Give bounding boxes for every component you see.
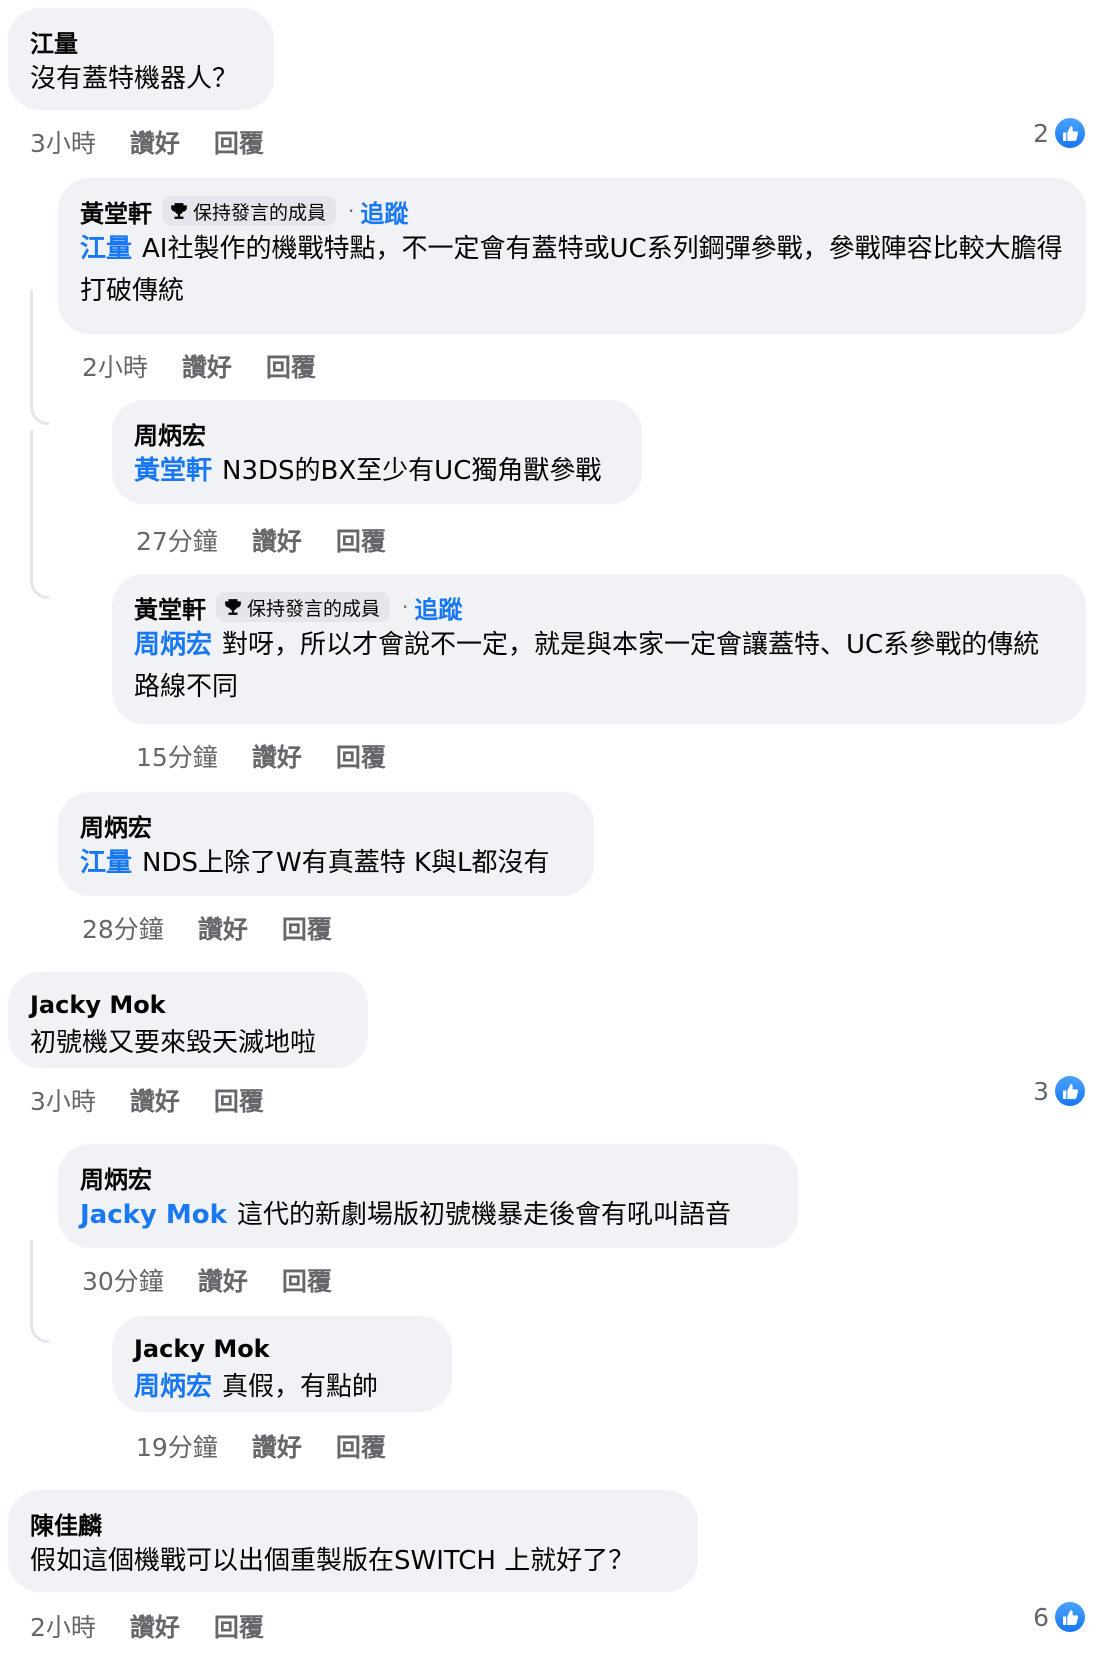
mention-tag[interactable]: Jacky Mok bbox=[80, 1200, 227, 1230]
comment-author[interactable]: 江量 bbox=[30, 24, 78, 59]
comment-meta: 30分鐘 讚好 回覆 bbox=[82, 1262, 332, 1298]
comment-text: 沒有蓋特機器人？ bbox=[30, 64, 239, 94]
like-button[interactable]: 讚好 bbox=[252, 738, 302, 774]
comment-meta: 19分鐘 讚好 回覆 bbox=[136, 1428, 386, 1464]
like-button[interactable]: 讚好 bbox=[198, 910, 248, 946]
comment-body: AI社製作的機戰特點，不一定會有蓋特或UC系列鋼彈參戰，參戰陣容比較大膽得打破傳… bbox=[80, 234, 1063, 306]
comment-meta: 3小時 讚好 回覆 bbox=[30, 1082, 264, 1118]
comment-body: 真假，有點帥 bbox=[222, 1372, 379, 1402]
reply-button[interactable]: 回覆 bbox=[266, 348, 316, 384]
comment-meta: 15分鐘 讚好 回覆 bbox=[136, 738, 386, 774]
follow-button[interactable]: 追蹤 bbox=[414, 590, 462, 625]
comment-time[interactable]: 2小時 bbox=[82, 348, 148, 384]
reaction-number: 6 bbox=[1033, 1602, 1049, 1632]
reply-button[interactable]: 回覆 bbox=[214, 1082, 264, 1118]
reaction-count[interactable]: 6 bbox=[1033, 1602, 1085, 1632]
comment-meta: 2小時 讚好 回覆 bbox=[30, 1608, 264, 1644]
reaction-count[interactable]: 2 bbox=[1033, 118, 1085, 148]
comment-text: 初號機又要來毀天滅地啦 bbox=[30, 1028, 317, 1058]
reply-bubble: 周炳宏 Jacky Mok 這代的新劇場版初號機暴走後會有吼叫語音 bbox=[58, 1144, 798, 1248]
comment-text: 周炳宏 真假，有點帥 bbox=[134, 1366, 430, 1408]
like-button[interactable]: 讚好 bbox=[130, 124, 180, 160]
reply-bubble: Jacky Mok 周炳宏 真假，有點帥 bbox=[112, 1316, 452, 1412]
comment-time[interactable]: 28分鐘 bbox=[82, 910, 164, 946]
thumbs-up-icon bbox=[1055, 118, 1085, 148]
dot-separator: · bbox=[402, 595, 409, 619]
comment-bubble: Jacky Mok 初號機又要來毀天滅地啦 bbox=[8, 972, 368, 1068]
member-badge: 保持發言的成員 bbox=[162, 196, 337, 226]
comment-body: 對呀，所以才會說不一定，就是與本家一定會讓蓋特、UC系參戰的傳統路線不同 bbox=[134, 630, 1040, 702]
thumbs-up-icon bbox=[1055, 1602, 1085, 1632]
mention-tag[interactable]: 周炳宏 bbox=[134, 1372, 212, 1402]
reply-bubble: 黃堂軒 保持發言的成員 · 追蹤 周炳宏 對呀，所以才會說不一定，就是與本家一定會… bbox=[112, 574, 1086, 724]
reaction-number: 2 bbox=[1033, 118, 1049, 148]
mention-tag[interactable]: 江量 bbox=[80, 848, 132, 878]
reaction-number: 3 bbox=[1033, 1076, 1049, 1106]
comment-meta: 27分鐘 讚好 回覆 bbox=[136, 522, 386, 558]
like-button[interactable]: 讚好 bbox=[130, 1608, 180, 1644]
thread-line bbox=[30, 430, 49, 599]
comment-time[interactable]: 15分鐘 bbox=[136, 738, 218, 774]
comment-author[interactable]: 陳佳麟 bbox=[30, 1506, 102, 1541]
comment-author[interactable]: 周炳宏 bbox=[80, 1160, 152, 1195]
mention-tag[interactable]: 黃堂軒 bbox=[134, 456, 212, 486]
comment-time[interactable]: 3小時 bbox=[30, 124, 96, 160]
comment-text: Jacky Mok 這代的新劇場版初號機暴走後會有吼叫語音 bbox=[80, 1194, 776, 1236]
like-button[interactable]: 讚好 bbox=[182, 348, 232, 384]
comment-text: 江量 NDS上除了W有真蓋特 K與L都沒有 bbox=[80, 842, 572, 884]
comment-time[interactable]: 2小時 bbox=[30, 1608, 96, 1644]
mention-tag[interactable]: 江量 bbox=[80, 234, 132, 264]
reply-bubble: 黃堂軒 保持發言的成員 · 追蹤 江量 AI社製作的機戰特點，不一定會有蓋特或UC… bbox=[58, 178, 1086, 334]
comment-body: 這代的新劇場版初號機暴走後會有吼叫語音 bbox=[236, 1200, 731, 1230]
reply-button[interactable]: 回覆 bbox=[336, 1428, 386, 1464]
badge-label: 保持發言的成員 bbox=[247, 597, 381, 620]
member-badge: 保持發言的成員 bbox=[216, 592, 391, 622]
comment-author[interactable]: Jacky Mok bbox=[30, 991, 166, 1019]
comment-bubble: 陳佳麟 假如這個機戰可以出個重製版在SWITCH 上就好了？ bbox=[8, 1490, 698, 1592]
comment-body: N3DS的BX至少有UC獨角獸參戰 bbox=[222, 456, 602, 486]
comment-time[interactable]: 19分鐘 bbox=[136, 1428, 218, 1464]
reply-button[interactable]: 回覆 bbox=[282, 910, 332, 946]
comment-author[interactable]: 周炳宏 bbox=[80, 808, 152, 843]
comment-text: 黃堂軒 N3DS的BX至少有UC獨角獸參戰 bbox=[134, 450, 620, 492]
comment-author[interactable]: 周炳宏 bbox=[134, 416, 206, 451]
comment-author[interactable]: Jacky Mok bbox=[134, 1335, 270, 1363]
reply-bubble: 周炳宏 黃堂軒 N3DS的BX至少有UC獨角獸參戰 bbox=[112, 400, 642, 504]
comment-time[interactable]: 3小時 bbox=[30, 1082, 96, 1118]
comment-text: 江量 AI社製作的機戰特點，不一定會有蓋特或UC系列鋼彈參戰，參戰陣容比較大膽得打… bbox=[80, 228, 1064, 312]
reply-button[interactable]: 回覆 bbox=[282, 1262, 332, 1298]
comment-bubble: 江量 沒有蓋特機器人？ bbox=[8, 8, 274, 110]
comment-meta: 2小時 讚好 回覆 bbox=[82, 348, 316, 384]
thread-line bbox=[30, 1240, 49, 1343]
like-button[interactable]: 讚好 bbox=[198, 1262, 248, 1298]
trophy-icon bbox=[171, 203, 187, 219]
trophy-icon bbox=[225, 599, 241, 615]
thread-line bbox=[30, 290, 49, 425]
comment-text: 周炳宏 對呀，所以才會說不一定，就是與本家一定會讓蓋特、UC系參戰的傳統路線不同 bbox=[134, 624, 1064, 708]
comment-meta: 3小時 讚好 回覆 bbox=[30, 124, 264, 160]
mention-tag[interactable]: 周炳宏 bbox=[134, 630, 212, 660]
dot-separator: · bbox=[348, 199, 355, 223]
reply-button[interactable]: 回覆 bbox=[336, 522, 386, 558]
comment-time[interactable]: 27分鐘 bbox=[136, 522, 218, 558]
reply-button[interactable]: 回覆 bbox=[214, 124, 264, 160]
comment-meta: 28分鐘 讚好 回覆 bbox=[82, 910, 332, 946]
comment-body: NDS上除了W有真蓋特 K與L都沒有 bbox=[142, 848, 550, 878]
like-button[interactable]: 讚好 bbox=[130, 1082, 180, 1118]
badge-label: 保持發言的成員 bbox=[193, 201, 327, 224]
comment-author[interactable]: 黃堂軒 bbox=[80, 194, 152, 229]
like-button[interactable]: 讚好 bbox=[252, 1428, 302, 1464]
like-button[interactable]: 讚好 bbox=[252, 522, 302, 558]
reply-bubble: 周炳宏 江量 NDS上除了W有真蓋特 K與L都沒有 bbox=[58, 792, 594, 896]
comment-author[interactable]: 黃堂軒 bbox=[134, 590, 206, 625]
follow-button[interactable]: 追蹤 bbox=[360, 194, 408, 229]
comment-text: 假如這個機戰可以出個重製版在SWITCH 上就好了？ bbox=[30, 1546, 635, 1576]
comment-time[interactable]: 30分鐘 bbox=[82, 1262, 164, 1298]
reply-button[interactable]: 回覆 bbox=[214, 1608, 264, 1644]
thumbs-up-icon bbox=[1055, 1076, 1085, 1106]
reaction-count[interactable]: 3 bbox=[1033, 1076, 1085, 1106]
reply-button[interactable]: 回覆 bbox=[336, 738, 386, 774]
